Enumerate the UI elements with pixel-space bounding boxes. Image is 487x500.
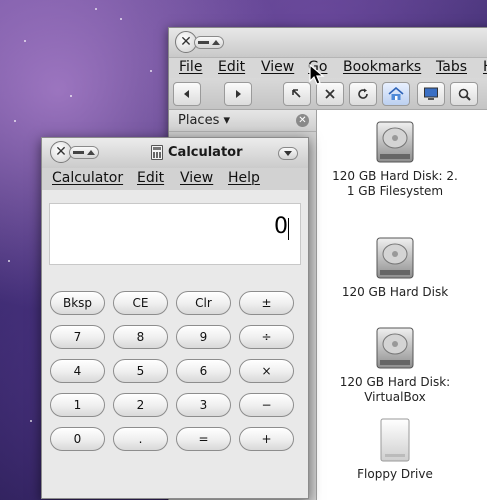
minimize-maximize-controls — [69, 145, 99, 159]
maximize-icon[interactable] — [87, 149, 95, 155]
drive-item[interactable]: 120 GB Hard Disk: 2. 1 GB Filesystem — [320, 118, 470, 199]
key-decimal[interactable]: . — [113, 427, 168, 451]
window-menu-button[interactable] — [278, 147, 298, 160]
key-divide[interactable]: ÷ — [239, 325, 294, 349]
key-multiply[interactable]: × — [239, 359, 294, 383]
hard-disk-icon — [376, 237, 414, 279]
calculator-display[interactable]: 0 — [49, 203, 301, 265]
key-0[interactable]: 0 — [50, 427, 105, 451]
file-manager-toolbar — [169, 78, 487, 110]
back-icon — [184, 90, 189, 98]
star — [30, 420, 32, 422]
minimize-icon[interactable] — [198, 40, 209, 44]
calculator-titlebar[interactable]: ✕ Calculator — [42, 138, 308, 168]
hard-disk-icon — [376, 327, 414, 369]
key-subtract[interactable]: − — [239, 393, 294, 417]
window-controls: ✕ — [50, 141, 99, 163]
menu-edit[interactable]: Edit — [218, 59, 245, 75]
menu-help[interactable]: Help — [228, 170, 260, 186]
key-8[interactable]: 8 — [113, 325, 168, 349]
forward-button[interactable] — [224, 82, 252, 106]
up-button[interactable] — [283, 82, 311, 106]
floppy-drive-icon — [380, 418, 410, 462]
calculator-menubar: Calculator Edit View Help — [42, 168, 308, 190]
drive-label: Floppy Drive — [357, 467, 433, 481]
home-icon — [388, 87, 404, 100]
reload-icon — [358, 88, 368, 99]
menu-help[interactable]: H — [483, 59, 487, 75]
mouse-pointer-icon — [309, 64, 325, 85]
up-icon — [292, 89, 301, 98]
key-3[interactable]: 3 — [176, 393, 231, 417]
drive-label: 120 GB Hard Disk — [341, 285, 449, 299]
computer-button[interactable] — [417, 82, 445, 106]
places-header: Places ▾ ✕ — [169, 110, 316, 132]
key-2[interactable]: 2 — [113, 393, 168, 417]
home-button[interactable] — [382, 82, 410, 106]
star — [95, 8, 97, 10]
key-6[interactable]: 6 — [176, 359, 231, 383]
display-value: 0 — [274, 214, 288, 239]
menu-file[interactable]: File — [179, 59, 202, 75]
file-view: 120 GB Hard Disk: 2. 1 GB Filesystem 120… — [318, 110, 487, 500]
star — [70, 95, 72, 97]
window-title: Calculator — [168, 145, 243, 160]
hard-disk-icon — [376, 121, 414, 163]
search-button[interactable] — [450, 82, 478, 106]
text-cursor — [288, 218, 289, 240]
file-manager-menubar: File Edit View Go Bookmarks Tabs H — [169, 58, 487, 78]
star — [150, 70, 152, 72]
forward-icon — [236, 90, 241, 98]
computer-icon — [424, 87, 438, 100]
key-clear-entry[interactable]: CE — [113, 291, 168, 315]
drive-item[interactable]: 120 GB Hard Disk — [320, 234, 470, 300]
search-icon — [458, 88, 471, 101]
key-plus-minus[interactable]: ± — [239, 291, 294, 315]
drive-item[interactable]: Floppy Drive — [320, 416, 470, 482]
key-equals[interactable]: = — [176, 427, 231, 451]
key-9[interactable]: 9 — [176, 325, 231, 349]
drive-item[interactable]: 120 GB Hard Disk: VirtualBox — [320, 324, 470, 405]
key-4[interactable]: 4 — [50, 359, 105, 383]
menu-calculator[interactable]: Calculator — [52, 170, 123, 186]
stop-icon — [325, 89, 335, 99]
file-manager-titlebar[interactable]: ✕ — [169, 28, 487, 58]
maximize-icon[interactable] — [212, 39, 220, 45]
menu-bookmarks[interactable]: Bookmarks — [343, 59, 421, 75]
star — [120, 18, 122, 20]
menu-view[interactable]: View — [261, 59, 294, 75]
key-clear[interactable]: Clr — [176, 291, 231, 315]
back-button[interactable] — [173, 82, 201, 106]
keypad: Bksp CE Clr ± 7 8 9 ÷ 4 5 6 × 1 2 3 − 0 … — [50, 291, 297, 451]
menu-view[interactable]: View — [180, 170, 213, 186]
star — [14, 120, 16, 122]
places-dropdown[interactable]: Places ▾ — [178, 113, 230, 128]
star — [8, 260, 10, 262]
drive-label: 120 GB Hard Disk: 2. 1 GB Filesystem — [332, 169, 458, 198]
minimize-maximize-controls — [194, 35, 224, 49]
key-7[interactable]: 7 — [50, 325, 105, 349]
key-add[interactable]: + — [239, 427, 294, 451]
key-5[interactable]: 5 — [113, 359, 168, 383]
key-backspace[interactable]: Bksp — [50, 291, 105, 315]
window-controls: ✕ — [175, 31, 224, 53]
calculator-window: ✕ Calculator Calculator Edit View Help 0… — [41, 137, 309, 499]
close-icon[interactable]: ✕ — [296, 114, 309, 127]
drive-label: 120 GB Hard Disk: VirtualBox — [339, 375, 451, 404]
menu-edit[interactable]: Edit — [137, 170, 164, 186]
reload-button[interactable] — [349, 82, 377, 106]
chevron-down-icon — [284, 151, 292, 156]
star — [24, 40, 26, 42]
calculator-icon — [151, 145, 163, 160]
minimize-icon[interactable] — [73, 150, 84, 154]
menu-tabs[interactable]: Tabs — [436, 59, 467, 75]
key-1[interactable]: 1 — [50, 393, 105, 417]
